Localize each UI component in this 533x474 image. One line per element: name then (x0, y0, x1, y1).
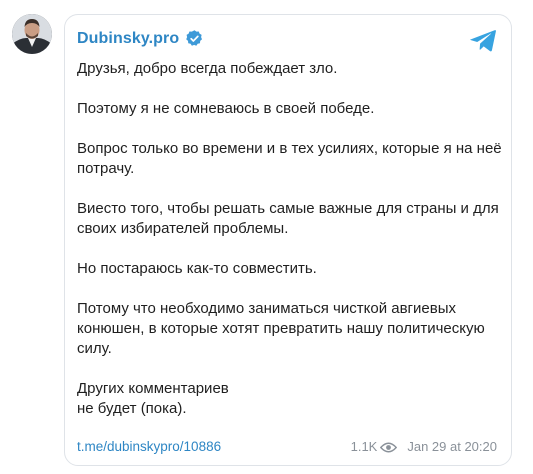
post-link[interactable]: t.me/dubinskypro/10886 (77, 439, 221, 454)
avatar-photo (12, 14, 52, 54)
post-header: Dubinsky.pro (77, 29, 204, 48)
views-count: 1.1K (350, 439, 378, 454)
post-meta: 1.1K Jan 29 at 20:20 (351, 439, 497, 454)
telegram-post-embed: Dubinsky.pro Друзья, добро всегда побежд… (0, 0, 533, 474)
post-date[interactable]: Jan 29 at 20:20 (407, 439, 497, 454)
verified-badge-icon (185, 29, 204, 48)
message-paragraph: Виесто того, чтобы решать самые важные д… (77, 200, 499, 237)
message-paragraph: Других комментариев не будет (пока). (77, 380, 229, 417)
avatar[interactable] (12, 14, 52, 54)
telegram-logo-icon[interactable] (469, 29, 497, 53)
message-paragraph: Поэтому я не сомневаюсь в своей победе. (77, 100, 375, 117)
message-paragraph: Вопрос только во времени и в тех усилиях… (77, 140, 502, 177)
post-footer: t.me/dubinskypro/10886 1.1K Jan 29 at 20… (77, 439, 497, 459)
channel-name[interactable]: Dubinsky.pro (77, 30, 179, 48)
message-paragraph: Но постараюсь как-то совместить. (77, 260, 317, 277)
eye-icon (380, 441, 398, 453)
post-card: Dubinsky.pro Друзья, добро всегда побежд… (64, 14, 512, 466)
message-paragraph: Потому что необходимо заниматься чисткой… (77, 300, 485, 357)
message-text: Друзья, добро всегда побеждает зло. Поэт… (77, 59, 507, 419)
message-paragraph: Друзья, добро всегда побеждает зло. (77, 60, 338, 77)
